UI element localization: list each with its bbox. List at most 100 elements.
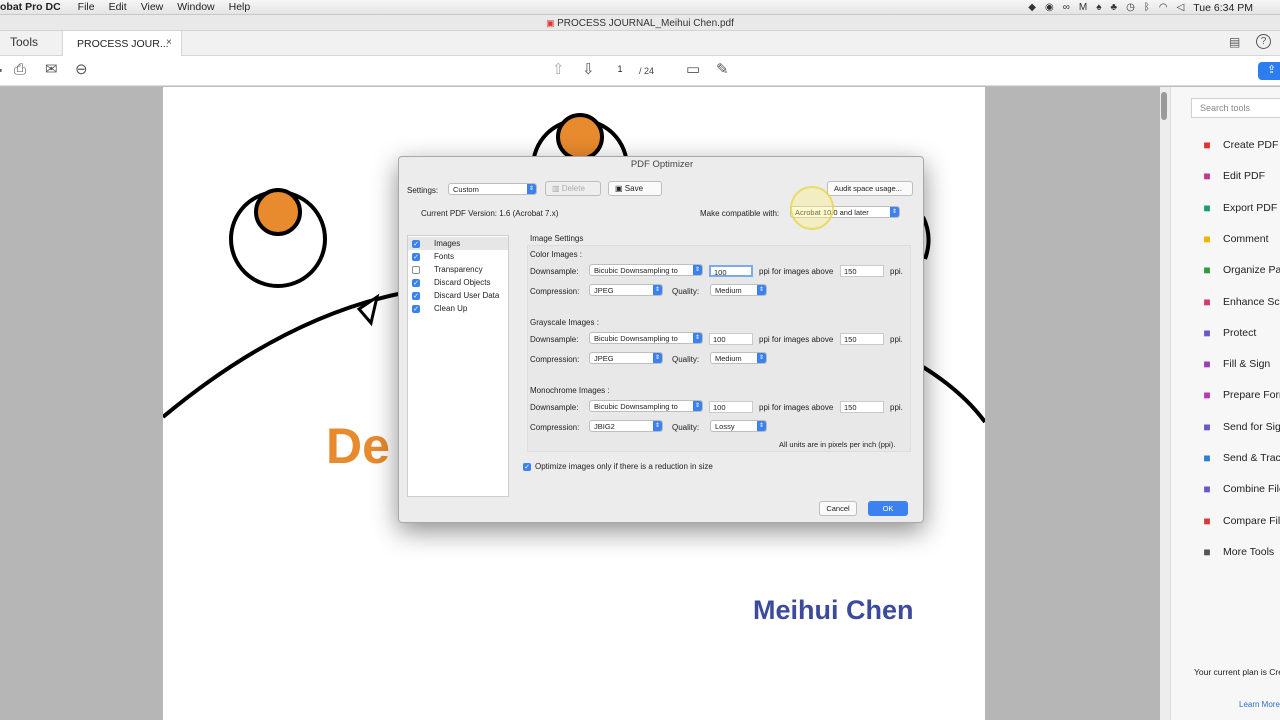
color-ppi-input[interactable]: 100 <box>709 265 753 277</box>
menu-help[interactable]: Help <box>222 1 258 13</box>
settings-select[interactable]: Custom ⇕ <box>448 183 537 195</box>
optimize-only-checkbox[interactable]: ✓ Optimize images only if there is a red… <box>523 462 713 471</box>
tool-item-label: Organize Pag <box>1223 264 1280 277</box>
tool-item-label: Export PDF <box>1223 201 1278 214</box>
tool-item-organize-pages[interactable]: ■ Organize Pag <box>1199 261 1280 279</box>
tool-item-send-track[interactable]: ■ Send & Track <box>1199 449 1280 467</box>
monochrome-compression-select[interactable]: JBIG2 ⇕ <box>589 420 663 432</box>
save-icon[interactable]: ▪ <box>0 62 2 78</box>
scrollbar-thumb[interactable] <box>1161 92 1167 120</box>
bluetooth-icon[interactable]: ᛒ <box>1144 2 1150 13</box>
tool-item-create-pdf[interactable]: ■ Create PDF <box>1199 136 1278 154</box>
cancel-button[interactable]: Cancel <box>819 501 857 516</box>
monochrome-quality-select[interactable]: Lossy ⇕ <box>710 420 767 432</box>
ok-button[interactable]: OK <box>868 501 908 516</box>
grayscale-ppi-input[interactable]: 100 <box>709 333 753 345</box>
time-machine-icon[interactable]: ◷ <box>1126 2 1135 13</box>
color-quality-select-value: Medium <box>715 286 742 295</box>
tool-item-combine-files[interactable]: ■ Combine File <box>1199 480 1280 498</box>
panel-item-discard-objects[interactable]: ✓ Discard Objects <box>408 276 508 289</box>
panel-item-transparency[interactable]: Transparency <box>408 263 508 276</box>
chevron-updown-icon: ⇕ <box>890 207 899 217</box>
tool-item-compare-files[interactable]: ■ Compare File <box>1199 512 1280 530</box>
volume-icon[interactable]: ◁ <box>1177 2 1185 13</box>
save-button[interactable]: ▣ Save <box>608 181 662 196</box>
next-page-icon[interactable]: ⇩ <box>582 62 595 78</box>
page-number-input[interactable]: 1 <box>605 64 635 79</box>
wifi-icon[interactable]: ◠ <box>1159 2 1168 13</box>
tool-item-prepare-form[interactable]: ■ Prepare Form <box>1199 386 1280 404</box>
checkbox-checked-icon[interactable]: ✓ <box>412 291 420 300</box>
monochrome-downsample-select[interactable]: Bicubic Downsampling to ⇕ <box>589 400 703 412</box>
tool-item-protect[interactable]: ■ Protect <box>1199 324 1256 342</box>
scrollbar[interactable] <box>1160 87 1170 720</box>
print-icon[interactable]: ⎙ <box>14 62 26 78</box>
grayscale-downsample-select[interactable]: Bicubic Downsampling to ⇕ <box>589 332 703 344</box>
grayscale-above-input[interactable]: 150 <box>840 333 884 345</box>
delete-button[interactable]: ▥ Delete <box>545 181 601 196</box>
tool-item-send-for-signature[interactable]: ■ Send for Sign <box>1199 418 1280 436</box>
tool-item-enhance-scan[interactable]: ■ Enhance Sca <box>1199 293 1280 311</box>
settings-value: Custom <box>453 185 479 194</box>
author-name: Meihui Chen <box>753 595 914 625</box>
panel-item-discard-user-data[interactable]: ✓ Discard User Data <box>408 289 508 302</box>
chevron-updown-icon: ⇕ <box>653 285 662 295</box>
delete-label: Delete <box>561 184 585 193</box>
pen-icon[interactable]: ✎ <box>716 62 729 78</box>
notification-icon[interactable]: ♣ <box>1111 2 1118 13</box>
checkbox-checked-icon[interactable]: ✓ <box>412 278 420 287</box>
tool-item-comment[interactable]: ■ Comment <box>1199 230 1268 248</box>
comment-icon: ■ <box>1203 231 1211 246</box>
creative-cloud-icon[interactable]: ∞ <box>1063 2 1070 13</box>
pdf-optimizer-dialog: PDF Optimizer Settings: Custom ⇕ ▥ Delete… <box>398 156 924 523</box>
checkbox-checked-icon[interactable]: ✓ <box>412 252 420 261</box>
grayscale-quality-select[interactable]: Medium ⇕ <box>710 352 767 364</box>
chat-icon[interactable]: ▤ <box>1229 35 1240 49</box>
export-pdf-icon: ■ <box>1203 200 1211 215</box>
zoom-out-icon[interactable]: ⊖ <box>75 62 88 78</box>
checkbox-checked-icon[interactable]: ✓ <box>412 304 420 313</box>
app-menu[interactable]: obat Pro DC <box>0 1 71 13</box>
monochrome-ppi-input[interactable]: 100 <box>709 401 753 413</box>
color-above-input[interactable]: 150 <box>840 265 884 277</box>
audit-space-button[interactable]: Audit space usage... <box>827 181 913 196</box>
share-icon[interactable]: ⇪ <box>1258 62 1280 80</box>
color-compression-select[interactable]: JPEG ⇕ <box>589 284 663 296</box>
checkbox-unchecked-icon[interactable] <box>412 265 420 274</box>
help-icon[interactable]: ? <box>1256 34 1271 49</box>
color-quality-select[interactable]: Medium ⇕ <box>710 284 767 296</box>
close-tab-icon[interactable]: × <box>166 37 172 48</box>
record-icon[interactable]: ◉ <box>1045 2 1054 13</box>
dropbox-icon[interactable]: ◆ <box>1028 2 1036 13</box>
panel-item-images[interactable]: ✓ Images <box>408 237 508 250</box>
menu-view[interactable]: View <box>134 1 171 13</box>
tab-tools[interactable]: Tools <box>10 35 38 49</box>
previous-page-icon[interactable]: ⇧ <box>552 62 565 78</box>
panel-item-label: Transparency <box>434 265 483 274</box>
search-tools-input[interactable]: Search tools <box>1191 98 1280 118</box>
email-icon[interactable]: ✉ <box>45 62 58 78</box>
menu-edit[interactable]: Edit <box>102 1 134 13</box>
tool-item-fill-sign[interactable]: ■ Fill & Sign <box>1199 355 1270 373</box>
checkbox-checked-icon[interactable]: ✓ <box>412 239 420 248</box>
flame-icon[interactable]: ♠ <box>1096 2 1101 13</box>
monochrome-images-heading: Monochrome Images : <box>530 386 610 395</box>
grayscale-compression-select[interactable]: JPEG ⇕ <box>589 352 663 364</box>
tool-item-more-tools[interactable]: ■ More Tools <box>1199 543 1274 561</box>
tab-document[interactable]: PROCESS JOUR... <box>62 31 182 56</box>
panel-item-fonts[interactable]: ✓ Fonts <box>408 250 508 263</box>
tool-item-label: Create PDF <box>1223 139 1279 151</box>
comment-icon[interactable]: ▭ <box>686 62 700 78</box>
tool-item-export-pdf[interactable]: ■ Export PDF <box>1199 199 1277 217</box>
panel-item-label: Discard Objects <box>434 278 491 287</box>
monochrome-above-input[interactable]: 150 <box>840 401 884 413</box>
color-downsample-select[interactable]: Bicubic Downsampling to ⇕ <box>589 264 703 276</box>
menu-file[interactable]: File <box>71 1 102 13</box>
clock[interactable]: Tue 6:34 PM <box>1193 2 1253 14</box>
monochrome-ppi-unit: ppi. <box>890 403 903 412</box>
menu-window[interactable]: Window <box>170 1 221 13</box>
tool-item-edit-pdf[interactable]: ■ Edit PDF <box>1199 167 1265 185</box>
malwarebytes-icon[interactable]: M <box>1079 2 1087 13</box>
panel-item-clean-up[interactable]: ✓ Clean Up <box>408 302 508 315</box>
learn-more-link[interactable]: Learn More <box>1239 700 1280 709</box>
